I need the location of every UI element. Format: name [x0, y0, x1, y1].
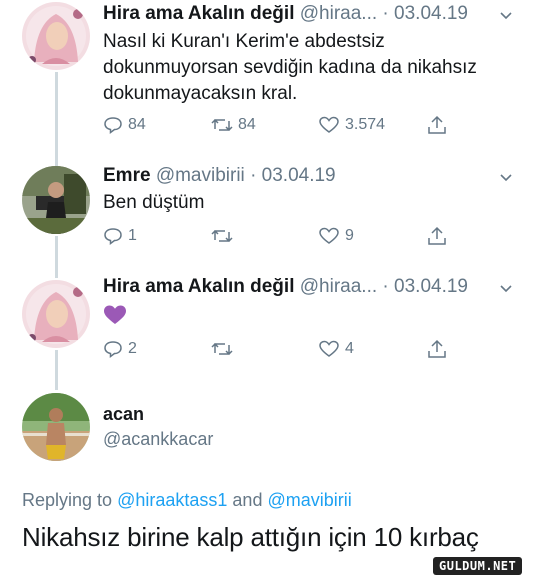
tweet-actions: 2 4	[103, 337, 463, 361]
replying-to: Replying to @hiraaktass1 and @mavibirii	[22, 490, 352, 511]
share-button[interactable]	[426, 224, 448, 248]
reply-button[interactable]: 84	[103, 113, 146, 137]
tweet-2[interactable]: Emre @mavibirii · 03.04.19 Ben düştüm 1 …	[0, 160, 533, 270]
display-name[interactable]: acan	[103, 404, 144, 425]
tweet-text-line: dokunmuyorsan sevdiğin kadına da nikahsı…	[103, 57, 477, 78]
mention-link[interactable]: @hiraaktass1	[117, 490, 227, 510]
purple-heart-icon	[104, 305, 126, 324]
tweet-header: Emre @mavibirii · 03.04.19	[103, 165, 336, 187]
retweet-button[interactable]	[211, 224, 233, 248]
tweet-header: Hira ama Akalın değil @hiraa... · 03.04.…	[103, 3, 468, 25]
like-count: 4	[345, 340, 354, 357]
replying-to-conj: and	[232, 490, 263, 510]
tweet-text: Nasıl ki Kuran'ı Kerim'e abdestsiz dokun…	[103, 29, 477, 107]
heart-icon	[319, 227, 339, 244]
tweet-actions: 1 9	[103, 224, 463, 248]
reply-text: Nikahsız birine kalp attığın için 10 kır…	[22, 522, 479, 552]
like-button[interactable]: 9	[318, 224, 354, 248]
share-icon	[428, 115, 446, 134]
reply-icon	[104, 341, 122, 358]
like-count: 9	[345, 227, 354, 244]
reply-icon	[104, 117, 122, 134]
tweet-text-line: Nasıl ki Kuran'ı Kerim'e abdestsiz	[103, 31, 385, 52]
retweet-icon	[211, 342, 233, 356]
retweet-icon	[211, 229, 233, 243]
avatar[interactable]	[22, 166, 90, 234]
like-button[interactable]: 4	[318, 337, 354, 361]
avatar[interactable]	[22, 393, 90, 461]
handle[interactable]: @hiraa...	[300, 276, 377, 297]
tweet-text-line: dokunmayacaksın kral.	[103, 83, 298, 104]
reply-button[interactable]: 2	[103, 337, 137, 361]
share-icon	[428, 339, 446, 358]
like-button[interactable]: 3.574	[318, 113, 385, 137]
chevron-down-icon[interactable]	[498, 170, 514, 186]
heart-icon	[319, 340, 339, 357]
chevron-down-icon[interactable]	[498, 281, 514, 297]
tweet-text-line: Ben düştüm	[103, 192, 205, 213]
tweet-text: Ben düştüm	[103, 190, 204, 216]
display-name[interactable]: Hira ama Akalın değil	[103, 3, 294, 24]
timestamp[interactable]: · 03.04.19	[382, 3, 468, 24]
handle[interactable]: @mavibirii	[156, 165, 245, 186]
retweet-icon	[211, 118, 233, 132]
share-button[interactable]	[426, 113, 448, 137]
retweet-count: 84	[238, 116, 256, 133]
handle[interactable]: @hiraa...	[300, 3, 377, 24]
share-button[interactable]	[426, 337, 448, 361]
tweet-1[interactable]: Hira ama Akalın değil @hiraa... · 03.04.…	[0, 0, 533, 160]
display-name[interactable]: Hira ama Akalın değil	[103, 276, 294, 297]
replying-to-prefix: Replying to	[22, 490, 113, 510]
share-icon	[428, 226, 446, 245]
mention-link[interactable]: @mavibirii	[267, 490, 351, 510]
tweet-actions: 84 84 3.574	[103, 113, 463, 137]
reply-count: 84	[128, 116, 146, 133]
tweet-header: Hira ama Akalın değil @hiraa... · 03.04.…	[103, 276, 468, 298]
tweet-3[interactable]: Hira ama Akalın değil @hiraa... · 03.04.…	[0, 270, 533, 385]
reply-icon	[104, 228, 122, 245]
reply-count: 1	[128, 227, 137, 244]
heart-icon	[319, 116, 339, 133]
reply-count: 2	[128, 340, 137, 357]
retweet-button[interactable]: 84	[211, 113, 256, 137]
avatar[interactable]	[22, 2, 90, 70]
like-count: 3.574	[345, 116, 386, 133]
retweet-button[interactable]	[211, 337, 233, 361]
timestamp[interactable]: · 03.04.19	[382, 276, 468, 297]
chevron-down-icon[interactable]	[498, 8, 514, 24]
handle[interactable]: @acankkacar	[103, 429, 213, 450]
reply-button[interactable]: 1	[103, 224, 137, 248]
avatar[interactable]	[22, 280, 90, 348]
display-name[interactable]: Emre	[103, 165, 151, 186]
timestamp[interactable]: · 03.04.19	[250, 165, 336, 186]
watermark: GULDUM.NET	[433, 557, 523, 575]
